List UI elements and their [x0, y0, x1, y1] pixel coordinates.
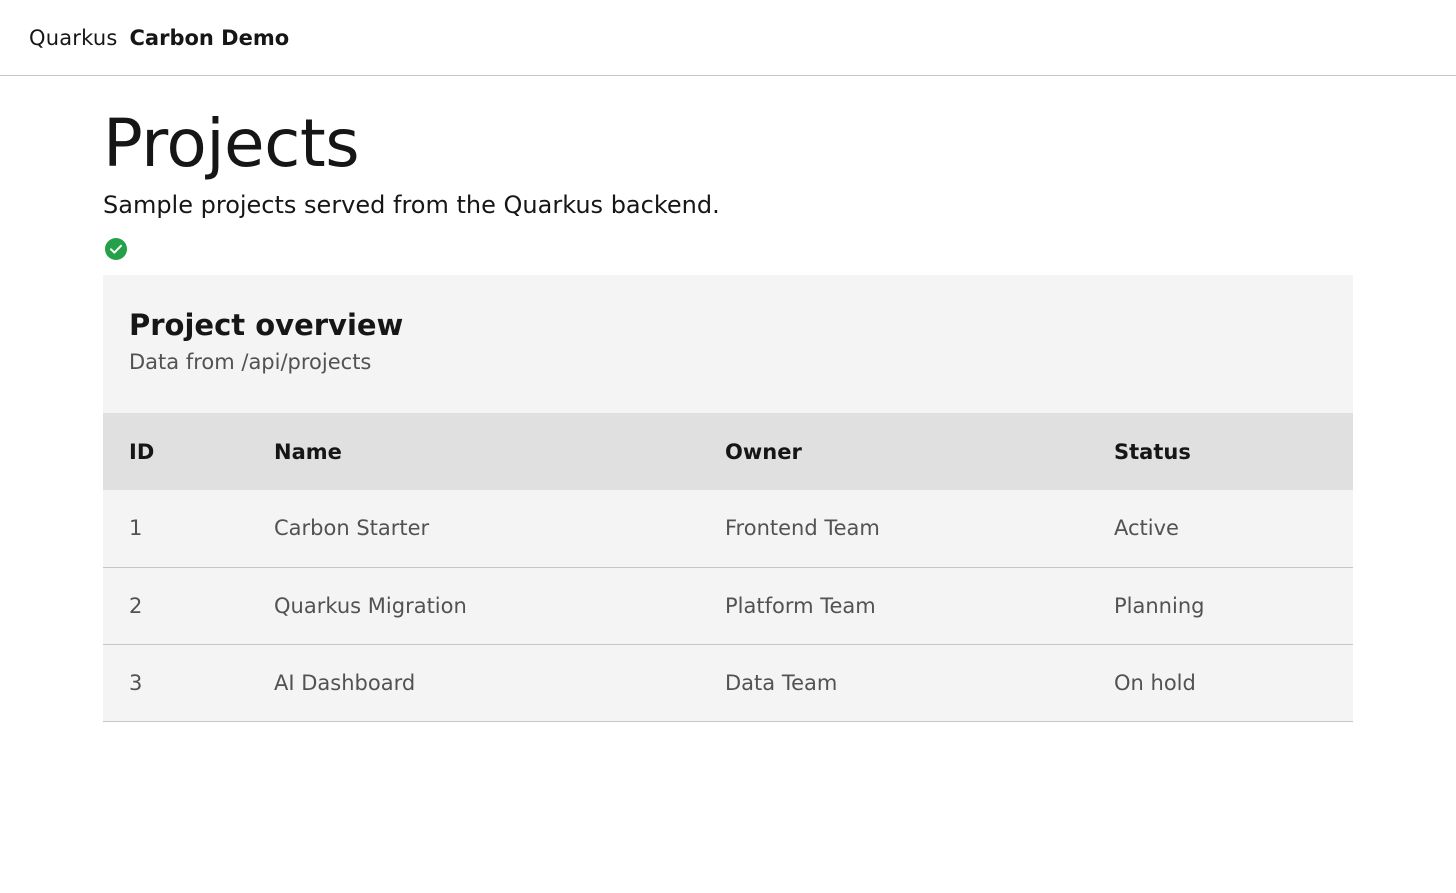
- header-product-name[interactable]: Carbon Demo: [130, 26, 290, 50]
- cell-owner: Frontend Team: [699, 490, 1088, 568]
- page-subtitle: Sample projects served from the Quarkus …: [103, 191, 720, 219]
- data-table: ID Name Owner Status 1 Carbon Starter Fr…: [103, 413, 1353, 722]
- cell-status: Active: [1088, 490, 1353, 568]
- cell-status: Planning: [1088, 567, 1353, 645]
- cell-id: 3: [103, 644, 248, 722]
- app-header: Quarkus Carbon Demo: [0, 0, 1456, 76]
- cell-id: 2: [103, 567, 248, 645]
- table-row[interactable]: 3 AI Dashboard Data Team On hold: [103, 644, 1353, 722]
- table-row[interactable]: 1 Carbon Starter Frontend Team Active: [103, 490, 1353, 568]
- cell-name: Quarkus Migration: [248, 567, 699, 645]
- table-description: Data from /api/projects: [129, 350, 372, 374]
- cell-owner: Data Team: [699, 644, 1088, 722]
- cell-name: Carbon Starter: [248, 490, 699, 568]
- column-header-name[interactable]: Name: [248, 413, 699, 490]
- table-header-block: Project overview Data from /api/projects: [103, 275, 1353, 413]
- cell-id: 1: [103, 490, 248, 568]
- column-header-id[interactable]: ID: [103, 413, 248, 490]
- data-table-container: Project overview Data from /api/projects…: [103, 275, 1353, 722]
- column-header-status[interactable]: Status: [1088, 413, 1353, 490]
- column-header-owner[interactable]: Owner: [699, 413, 1088, 490]
- cell-owner: Platform Team: [699, 567, 1088, 645]
- page-title: Projects: [103, 105, 360, 182]
- table-header-row: ID Name Owner Status: [103, 413, 1353, 490]
- cell-name: AI Dashboard: [248, 644, 699, 722]
- table-row[interactable]: 2 Quarkus Migration Platform Team Planni…: [103, 567, 1353, 645]
- checkmark-filled-icon: [105, 238, 127, 260]
- cell-status: On hold: [1088, 644, 1353, 722]
- header-prefix[interactable]: Quarkus: [29, 26, 118, 50]
- table-title: Project overview: [129, 308, 404, 342]
